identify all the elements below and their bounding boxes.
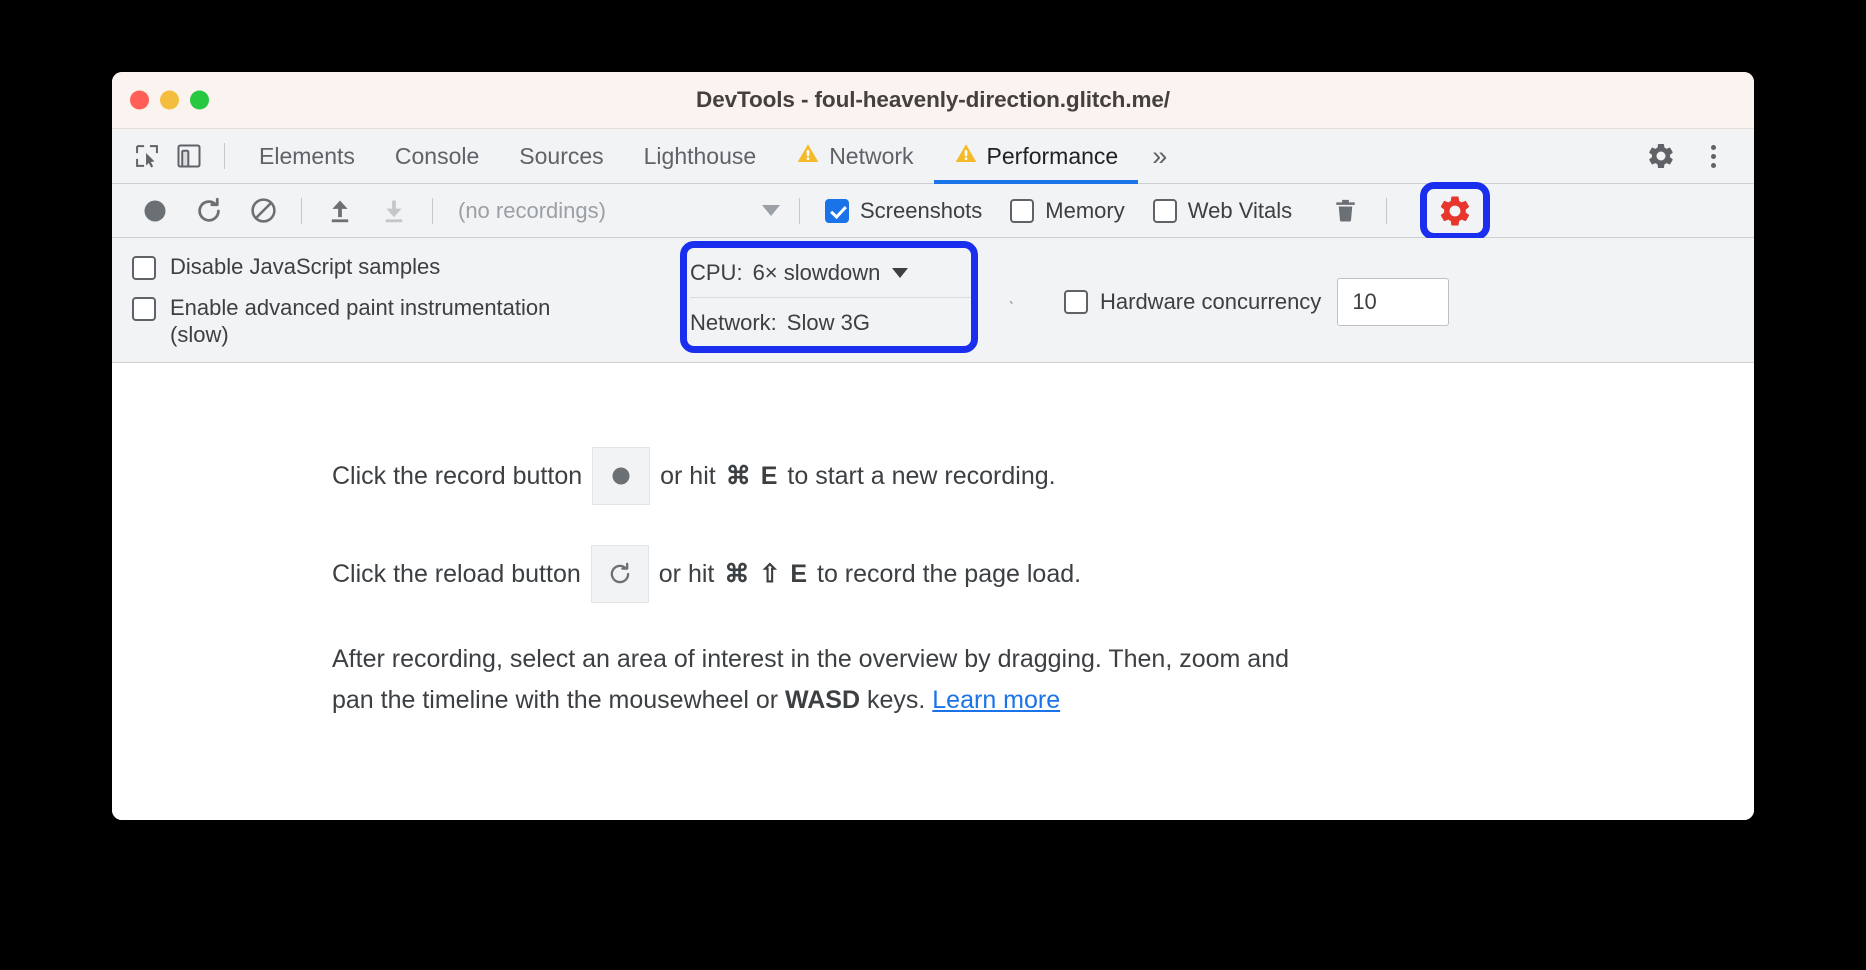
kebab-dots — [1710, 144, 1716, 168]
capture-settings-button[interactable] — [1420, 181, 1491, 240]
paragraph-part-2: keys. — [860, 685, 933, 714]
download-profile-icon[interactable] — [367, 189, 421, 233]
throttling-group: CPU: 6× slowdown Network: Slow 3G ˋ — [680, 241, 1015, 353]
window-title: DevTools - foul-heavenly-direction.glitc… — [696, 87, 1170, 112]
tabbar-actions — [1638, 134, 1740, 178]
window-traffic-lights — [130, 90, 209, 110]
network-throttling-select[interactable]: Network: Slow 3G — [690, 297, 978, 347]
screenshot-root: DevTools - foul-heavenly-direction.glitc… — [0, 0, 1866, 970]
key-command: ⌘ — [725, 462, 751, 491]
instruction-text-or-hit: or hit — [660, 461, 716, 490]
capture-settings-row: Disable JavaScript samples Enable advanc… — [112, 238, 1754, 364]
performance-landing-page: Click the record button or hit ⌘ E to st… — [112, 363, 1754, 820]
warning-triangle-icon — [796, 142, 820, 170]
checkbox-web-vitals[interactable]: Web Vitals — [1139, 198, 1306, 224]
tab-label: Lighthouse — [643, 142, 757, 169]
key-e: E — [760, 461, 778, 490]
hardware-concurrency-input[interactable]: 10 — [1337, 278, 1450, 327]
checkbox-label: Memory — [1045, 197, 1125, 223]
instruction-text-or-hit: or hit — [658, 559, 715, 588]
toolbar-divider-1 — [301, 197, 302, 224]
tab-performance[interactable]: Performance — [933, 129, 1139, 184]
chevron-down-icon — [892, 267, 909, 278]
performance-toolbar: (no recordings) Screenshots Memory Web V… — [112, 181, 1754, 240]
devtools-tabbar: Elements Console Sources Lighthouse Netw… — [112, 129, 1754, 184]
option-disable-js-samples[interactable]: Disable JavaScript samples — [132, 254, 672, 281]
key-command: ⌘ — [724, 560, 750, 589]
reload-record-icon[interactable] — [590, 545, 649, 604]
checkbox-box — [1152, 198, 1177, 223]
hardware-concurrency-group: Hardware concurrency 10 — [1064, 248, 1450, 348]
tabbar-divider — [224, 143, 225, 169]
instruction-reload: Click the reload button or hit ⌘ ⇧ E to … — [332, 539, 1754, 609]
recordings-placeholder: (no recordings) — [458, 197, 606, 223]
tab-label: Console — [394, 142, 480, 169]
checkbox-box — [1010, 198, 1035, 223]
hardware-concurrency-label: Hardware concurrency — [1100, 289, 1322, 315]
upload-profile-icon[interactable] — [313, 189, 367, 233]
toolbar-divider-2 — [432, 197, 433, 224]
record-circle-icon[interactable] — [592, 447, 651, 506]
gear-icon[interactable] — [1638, 134, 1684, 178]
window-titlebar: DevTools - foul-heavenly-direction.glitc… — [112, 72, 1754, 129]
instruction-record: Click the record button or hit ⌘ E to st… — [332, 441, 1754, 511]
learn-more-link[interactable]: Learn more — [932, 686, 1060, 714]
minimize-window-button[interactable] — [160, 90, 179, 110]
tab-label: Sources — [519, 142, 604, 169]
network-value: Slow 3G — [786, 309, 870, 335]
devtools-window: DevTools - foul-heavenly-direction.glitc… — [112, 72, 1754, 820]
key-shift: ⇧ — [759, 560, 781, 589]
instruction-text-before: Click the reload button — [332, 559, 581, 588]
instruction-text-after: to start a new recording. — [787, 461, 1056, 490]
record-circle-icon[interactable] — [128, 189, 182, 233]
clear-no-entry-icon[interactable] — [236, 189, 290, 233]
key-e: E — [790, 559, 807, 588]
tab-lighthouse[interactable]: Lighthouse — [624, 129, 777, 184]
option-label: Enable advanced paint instrumentation (s… — [170, 294, 551, 347]
tab-console[interactable]: Console — [375, 129, 499, 184]
instruction-text-after: to record the page load. — [817, 559, 1082, 588]
tab-network[interactable]: Network — [776, 129, 933, 184]
close-window-button[interactable] — [130, 90, 149, 110]
cpu-value: 6× slowdown — [752, 259, 881, 285]
capture-options: Disable JavaScript samples Enable advanc… — [112, 248, 672, 348]
checkbox-box — [825, 198, 849, 223]
inspect-element-icon[interactable] — [126, 136, 168, 176]
cpu-throttling-select[interactable]: CPU: 6× slowdown — [690, 248, 978, 297]
tab-label: Elements — [259, 142, 355, 169]
device-toolbar-icon[interactable] — [168, 136, 210, 176]
recordings-dropdown[interactable]: (no recordings) — [444, 198, 788, 224]
cpu-label: CPU: — [690, 259, 743, 285]
checkbox-label: Web Vitals — [1187, 197, 1293, 223]
tab-label: Network — [829, 142, 914, 169]
toolbar-divider-4 — [1386, 197, 1388, 224]
checkbox-box — [132, 296, 156, 321]
checkbox-box — [132, 256, 156, 280]
tab-sources[interactable]: Sources — [499, 129, 623, 184]
checkbox-label: Screenshots — [860, 197, 983, 223]
checkbox-box[interactable] — [1064, 290, 1088, 315]
chevron-down-icon — [762, 205, 780, 216]
option-advanced-paint-instrumentation[interactable]: Enable advanced paint instrumentation (s… — [132, 295, 672, 349]
tab-elements[interactable]: Elements — [239, 129, 375, 184]
trash-icon[interactable] — [1320, 189, 1370, 233]
reload-record-icon[interactable] — [182, 189, 236, 233]
checkbox-screenshots[interactable]: Screenshots — [811, 198, 996, 224]
instruction-text-before: Click the record button — [332, 461, 583, 490]
network-label: Network: — [690, 309, 777, 335]
warning-triangle-icon — [954, 142, 978, 170]
kebab-menu-icon[interactable] — [1690, 134, 1736, 178]
toolbar-divider-3 — [799, 197, 800, 224]
tab-label: Performance — [986, 142, 1119, 169]
stray-mark: ˋ — [1008, 299, 1015, 322]
checkbox-memory[interactable]: Memory — [996, 198, 1138, 224]
instruction-paragraph: After recording, select an area of inter… — [332, 639, 1317, 720]
instructions: Click the record button or hit ⌘ E to st… — [112, 441, 1754, 720]
maximize-window-button[interactable] — [190, 90, 209, 110]
paragraph-bold-keys: WASD — [785, 685, 861, 714]
more-tabs-button[interactable]: » — [1138, 142, 1181, 170]
option-label: Disable JavaScript samples — [170, 254, 441, 279]
gear-icon — [1440, 196, 1470, 225]
